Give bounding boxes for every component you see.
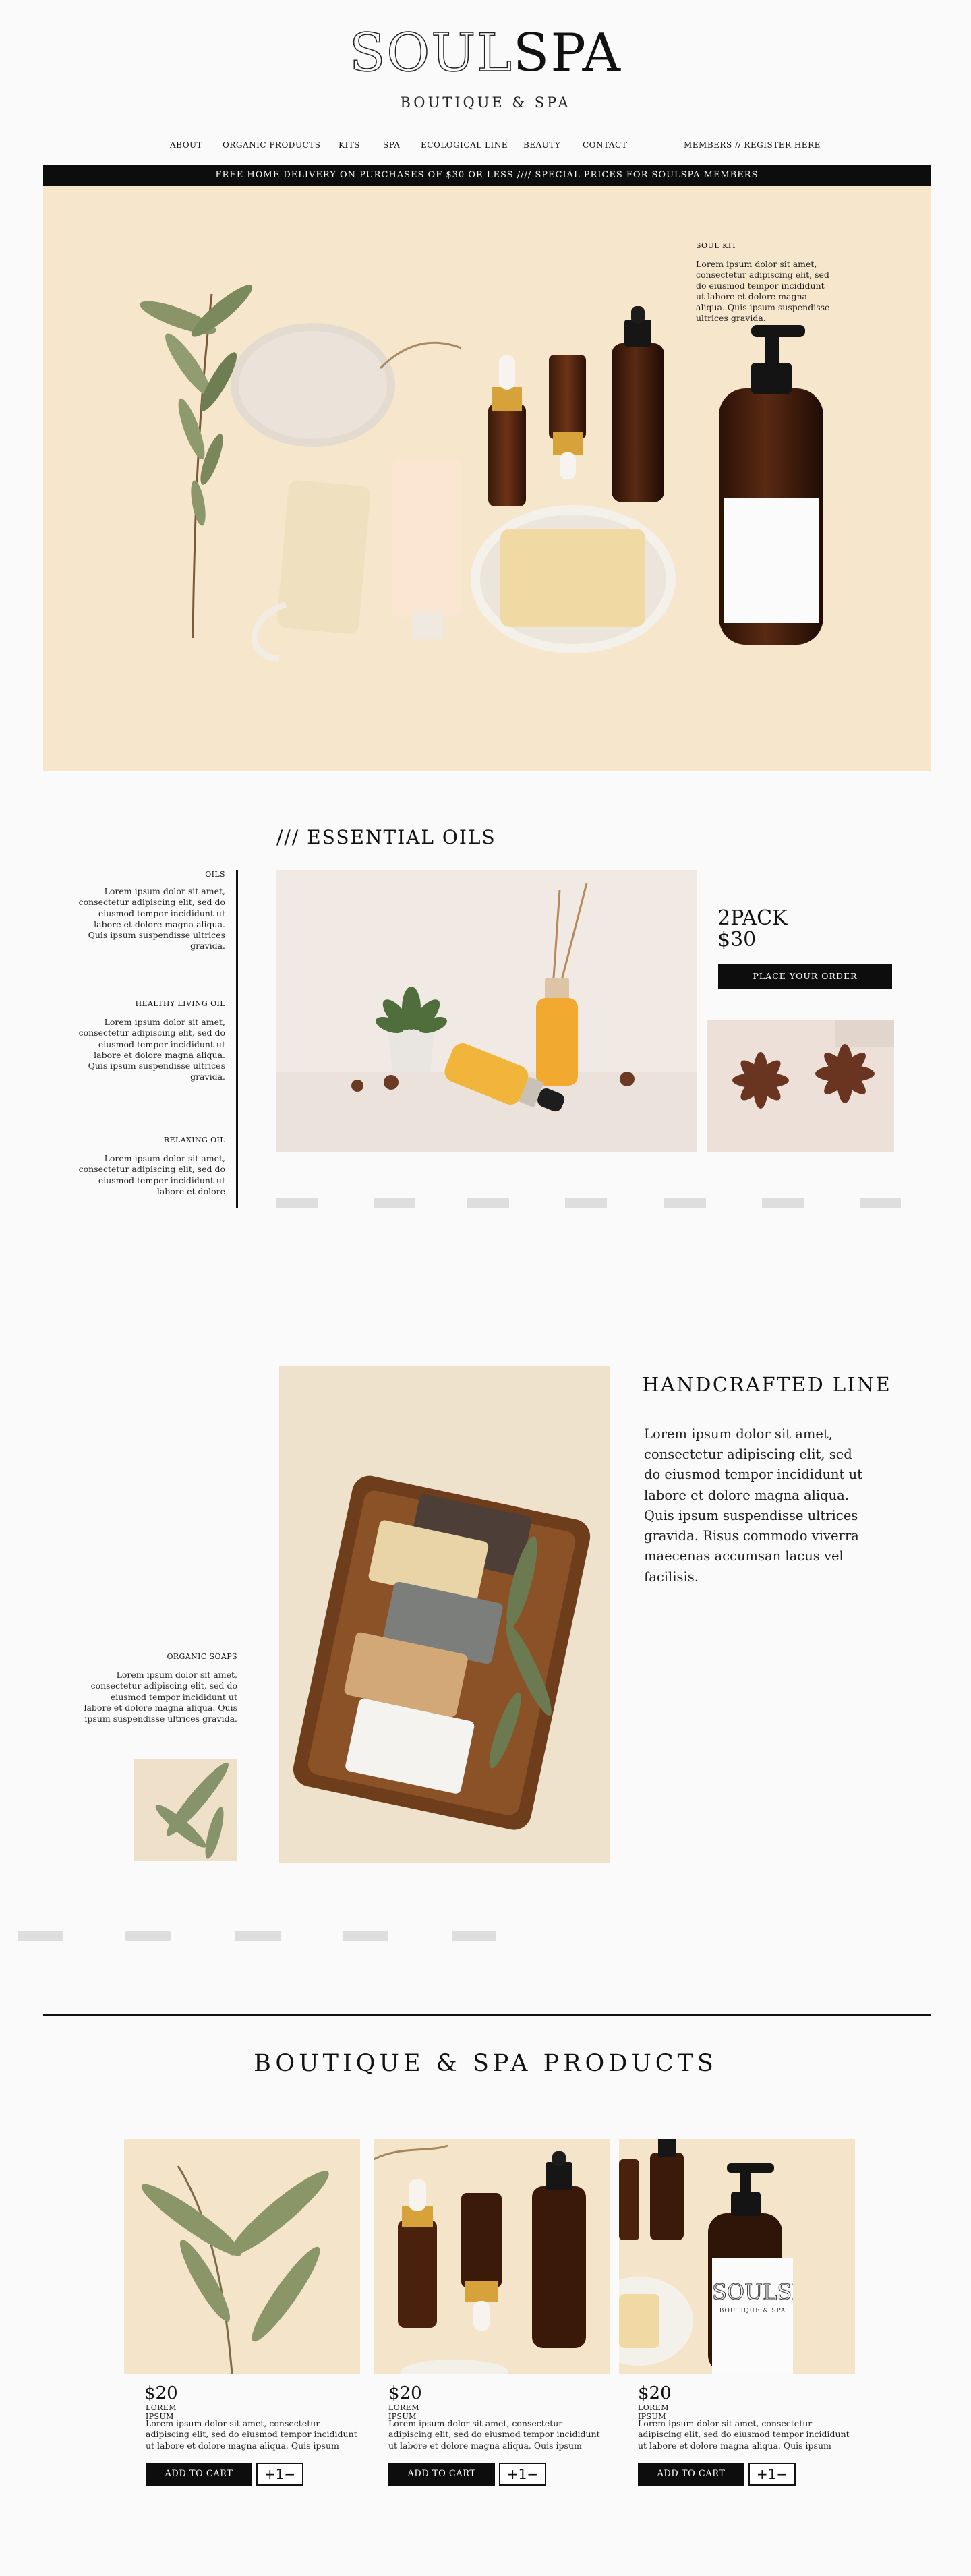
- dropper-bottle: [549, 355, 586, 439]
- soap-tray-illustration: [293, 1475, 591, 1830]
- nav-organic-products[interactable]: ORGANIC PRODUCTS: [223, 140, 320, 150]
- vertical-divider: [236, 870, 238, 1208]
- hero-image: SOUL KIT Lorem ipsum dolor sit amet, con…: [43, 186, 931, 771]
- placeholder-dash: [664, 1198, 706, 1208]
- amber-bottle: [612, 343, 664, 502]
- nav-contact[interactable]: CONTACT: [583, 140, 627, 150]
- placeholder-dash: [374, 1198, 415, 1208]
- placeholder-dash: [452, 1931, 496, 1941]
- logo-soul: SOUL: [349, 23, 513, 84]
- bottles-product-illustration: [374, 2144, 586, 2374]
- organic-soaps-text: Lorem ipsum dolor sit amet, consectetur …: [84, 1670, 237, 1724]
- star-anise-large: [732, 1044, 875, 1109]
- quantity-stepper[interactable]: +1−: [256, 2463, 303, 2486]
- essential-oils-illustration: [276, 883, 697, 1152]
- hero-kit-text: Lorem ipsum dolor sit amet, consectetur …: [696, 259, 830, 323]
- placeholder-dash: [565, 1198, 607, 1208]
- pump-bottle-product-illustration: [619, 2139, 793, 2374]
- place-order-button[interactable]: PLACE YOUR ORDER: [718, 964, 892, 989]
- main-nav: ABOUT ORGANIC PRODUCTS KITS SPA ECOLOGIC…: [0, 140, 971, 154]
- oils-section-title: /// ESSENTIAL OILS: [276, 826, 496, 848]
- eucalyptus-leaf-image: [134, 1759, 237, 1861]
- relaxing-oil-text: Lorem ipsum dolor sit amet, consectetur …: [78, 1153, 225, 1196]
- oils-side-title: OILS: [205, 870, 225, 879]
- logo-spa: SPA: [512, 23, 622, 84]
- placeholder-dash: [235, 1931, 281, 1941]
- placeholder-dash: [18, 1931, 63, 1941]
- succulent: [376, 987, 447, 1034]
- products-section-title: BOUTIQUE & SPA PRODUCTS: [254, 2050, 717, 2077]
- product-price: $20: [144, 2383, 178, 2403]
- site-logo[interactable]: SOULSPA: [0, 26, 971, 80]
- placeholder-dash: [860, 1198, 901, 1208]
- essential-oils-image: [276, 870, 697, 1152]
- quantity-stepper[interactable]: +1−: [748, 2463, 796, 2486]
- handcrafted-soaps-image: [279, 1366, 610, 1863]
- eucalyptus-sprig: [140, 285, 253, 639]
- nav-about[interactable]: ABOUT: [170, 140, 202, 150]
- quantity-stepper[interactable]: +1−: [499, 2463, 546, 2486]
- nav-members-register[interactable]: MEMBERS // REGISTER HERE: [684, 140, 821, 150]
- relaxing-oil-title: RELAXING OIL: [163, 1136, 225, 1144]
- product-description: Lorem ipsum dolor sit amet, consectetur …: [388, 2418, 600, 2451]
- promo-banner: FREE HOME DELIVERY ON PURCHASES OF $30 O…: [43, 165, 931, 186]
- oils-side-text: Lorem ipsum dolor sit amet, consectetur …: [78, 886, 225, 952]
- serum-bottle: [488, 404, 526, 506]
- healthy-oil-title: HEALTHY LIVING OIL: [135, 999, 225, 1008]
- product-price: $20: [638, 2383, 672, 2403]
- placeholder-dash: [343, 1931, 388, 1941]
- bottle-label-logo: SOULSPA: [712, 2279, 793, 2305]
- soap-bar: [500, 529, 645, 627]
- product-description: Lorem ipsum dolor sit amet, consectetur …: [146, 2418, 357, 2451]
- eucalyptus-leaf-illustration: [155, 1762, 229, 1859]
- hero-kit-title: SOUL KIT: [696, 241, 737, 250]
- handcrafted-title: HANDCRAFTED LINE: [642, 1373, 892, 1396]
- star-anise-image: [707, 1020, 894, 1152]
- handcrafted-text: Lorem ipsum dolor sit amet, consectetur …: [644, 1426, 862, 1585]
- product-image[interactable]: [124, 2139, 360, 2374]
- cream-tube: [392, 459, 461, 617]
- bottle-label-subtitle: BOUTIQUE & SPA: [719, 2308, 786, 2314]
- product-image[interactable]: [374, 2139, 610, 2374]
- organic-soaps-title: ORGANIC SOAPS: [167, 1652, 237, 1661]
- add-to-cart-button[interactable]: ADD TO CART: [638, 2463, 744, 2486]
- nav-kits[interactable]: KITS: [339, 140, 360, 150]
- add-to-cart-button[interactable]: ADD TO CART: [146, 2463, 252, 2486]
- loofah: [276, 480, 371, 634]
- product-image[interactable]: SOULSPA BOUTIQUE & SPA: [619, 2139, 855, 2374]
- pack-name: 2PACK: [717, 906, 788, 930]
- star-anise-illustration: [732, 1020, 894, 1109]
- placeholder-dash: [276, 1198, 318, 1208]
- healthy-oil-text: Lorem ipsum dolor sit amet, consectetur …: [78, 1017, 225, 1082]
- product-description: Lorem ipsum dolor sit amet, consectetur …: [638, 2418, 850, 2451]
- pack-price-label: 2PACK $30: [717, 908, 788, 950]
- placeholder-dash: [762, 1198, 804, 1208]
- eucalyptus-product-illustration: [141, 2165, 329, 2374]
- pack-price: $30: [717, 927, 757, 952]
- logo-subtitle: BOUTIQUE & SPA: [400, 94, 571, 111]
- plant-pot: [388, 1028, 435, 1072]
- nav-beauty[interactable]: BEAUTY: [523, 140, 560, 150]
- product-price: $20: [388, 2383, 422, 2403]
- add-to-cart-button[interactable]: ADD TO CART: [388, 2463, 495, 2486]
- placeholder-dash: [125, 1931, 171, 1941]
- section-divider: [43, 2014, 931, 2016]
- nav-ecological-line[interactable]: ECOLOGICAL LINE: [421, 140, 508, 150]
- placeholder-dash: [467, 1198, 509, 1208]
- nav-spa[interactable]: SPA: [383, 140, 400, 150]
- diffuser-bottle: [536, 998, 578, 1086]
